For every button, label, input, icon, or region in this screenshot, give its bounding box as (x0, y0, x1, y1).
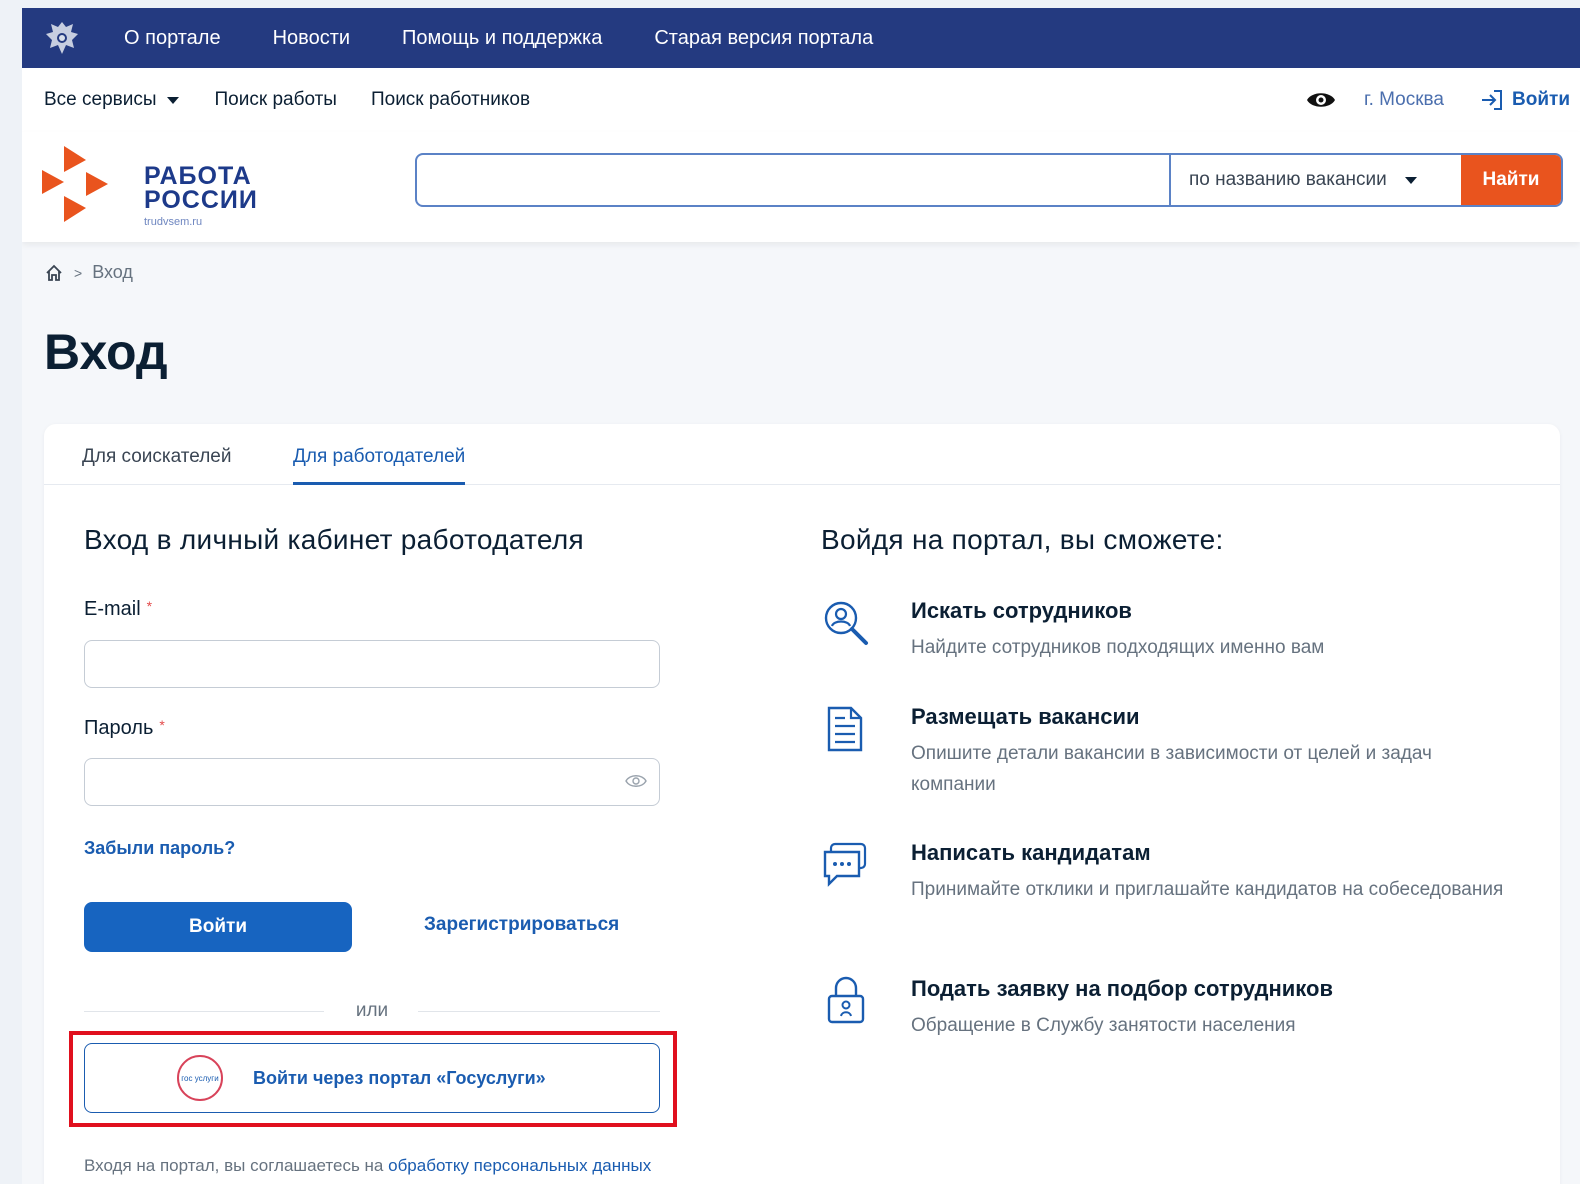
search-mode-label: по названию вакансии (1189, 169, 1387, 190)
required-mark: * (159, 717, 165, 733)
all-services-dropdown[interactable]: Все сервисы (44, 89, 179, 111)
breadcrumb-current: Вход (92, 262, 133, 282)
topnav-old-version[interactable]: Старая версия портала (654, 27, 873, 50)
register-link[interactable]: Зарегистрироваться (424, 914, 619, 936)
tab-seekers[interactable]: Для соискателей (82, 446, 232, 482)
accessibility-eye-icon[interactable] (1306, 89, 1336, 111)
document-icon (821, 704, 871, 754)
login-tabs: Для соискателей Для работодателей (44, 424, 1560, 485)
all-services-label: Все сервисы (44, 89, 157, 110)
topnav-help[interactable]: Помощь и поддержка (402, 27, 602, 50)
gosuslugi-logo-icon: гос услуги (177, 1055, 223, 1101)
password-label: Пароль * (84, 717, 165, 740)
show-password-eye-icon[interactable] (625, 773, 647, 794)
email-label: E-mail * (84, 598, 152, 621)
search-input[interactable] (417, 155, 1169, 205)
divider-line-right (418, 1011, 660, 1012)
coat-of-arms-icon[interactable] (42, 18, 82, 58)
benefit-message-candidates: Написать кандидатам Принимайте отклики и… (821, 840, 1521, 950)
lock-icon (821, 976, 871, 1026)
worker-search-link[interactable]: Поиск работников (371, 89, 530, 111)
consent-prefix: Входя на портал, вы соглашаетесь на (84, 1156, 389, 1175)
password-label-text: Пароль (84, 717, 154, 739)
benefit-title: Подать заявку на подбор сотрудников (911, 976, 1333, 1001)
logo-line-2: РОССИИ (144, 186, 258, 214)
chevron-down-icon (166, 96, 179, 104)
personal-data-link[interactable]: обработку персональных данных (388, 1156, 651, 1175)
benefit-title: Написать кандидатам (911, 840, 1151, 865)
login-card: Для соискателей Для работодателей Вход в… (44, 424, 1560, 1184)
topnav-about[interactable]: О портале (124, 27, 221, 50)
breadcrumb: > Вход (44, 262, 133, 283)
password-field (84, 758, 660, 806)
search-mode-select[interactable]: по названию вакансии (1169, 155, 1459, 205)
rabota-rossii-logo[interactable]: РАБОТА РОССИИ trudvsem.ru (42, 144, 257, 228)
forgot-password-link[interactable]: Забыли пароль? (84, 838, 235, 859)
benefit-description: Обращение в Службу занятости населения (911, 1015, 1296, 1036)
email-input[interactable] (85, 641, 659, 687)
logo-subtitle: trudvsem.ru (144, 216, 203, 228)
required-mark: * (146, 598, 153, 614)
email-field (84, 640, 660, 688)
secondary-navigation-bar: Все сервисы Поиск работы Поиск работнико… (22, 68, 1580, 133)
page-frame: О портале Новости Помощь и поддержка Ста… (22, 8, 1580, 1184)
login-button[interactable]: Войти (84, 902, 352, 952)
logo-line-1: РАБОТА (144, 162, 252, 190)
password-input[interactable] (85, 759, 659, 805)
site-header: РАБОТА РОССИИ trudvsem.ru по названию ва… (22, 132, 1580, 242)
benefit-title: Искать сотрудников (911, 598, 1132, 623)
topnav-news[interactable]: Новости (273, 27, 350, 50)
home-icon[interactable] (44, 263, 64, 283)
gosuslugi-login-label: Войти через портал «Госуслуги» (253, 1067, 546, 1088)
benefit-staffing-request: Подать заявку на подбор сотрудников Обра… (821, 976, 1521, 1056)
form-title: Вход в личный кабинет работодателя (84, 524, 584, 555)
chat-icon (821, 840, 871, 890)
city-selector[interactable]: г. Москва (1364, 89, 1444, 111)
consent-text: Входя на портал, вы соглашаетесь на обра… (84, 1156, 651, 1176)
page-title: Вход (44, 324, 168, 380)
benefits-title: Войдя на портал, вы сможете: (821, 524, 1224, 555)
search-button[interactable]: Найти (1461, 155, 1561, 205)
or-divider: или (84, 1000, 660, 1024)
logo-text: РАБОТА РОССИИ (144, 162, 258, 214)
tab-employers[interactable]: Для работодателей (293, 446, 466, 485)
top-navigation-bar: О портале Новости Помощь и поддержка Ста… (22, 8, 1580, 68)
search-bar: по названию вакансии Найти (415, 153, 1563, 207)
benefit-search-employees: Искать сотрудников Найдите сотрудников п… (821, 598, 1521, 678)
header-login-label: Войти (1512, 89, 1570, 110)
logo-arrows-icon (42, 146, 108, 222)
login-arrow-icon (1482, 90, 1502, 110)
chevron-down-icon (1404, 176, 1417, 184)
benefit-post-vacancies: Размещать вакансии Опишите детали ваканс… (821, 704, 1521, 814)
subbar-right-group: г. Москва Войти (1306, 68, 1570, 132)
job-search-link[interactable]: Поиск работы (215, 89, 337, 111)
benefit-description: Найдите сотрудников подходящих именно ва… (911, 637, 1325, 658)
benefit-description: Принимайте отклики и приглашайте кандида… (911, 879, 1504, 900)
email-label-text: E-mail (84, 598, 141, 620)
breadcrumb-separator: > (74, 264, 83, 281)
benefit-title: Размещать вакансии (911, 704, 1140, 729)
search-person-icon (821, 598, 871, 648)
gosuslugi-login-button[interactable]: гос услуги Войти через портал «Госуслуги… (84, 1043, 660, 1113)
header-login-link[interactable]: Войти (1480, 89, 1570, 111)
benefit-description: Опишите детали вакансии в зависимости от… (911, 743, 1432, 795)
